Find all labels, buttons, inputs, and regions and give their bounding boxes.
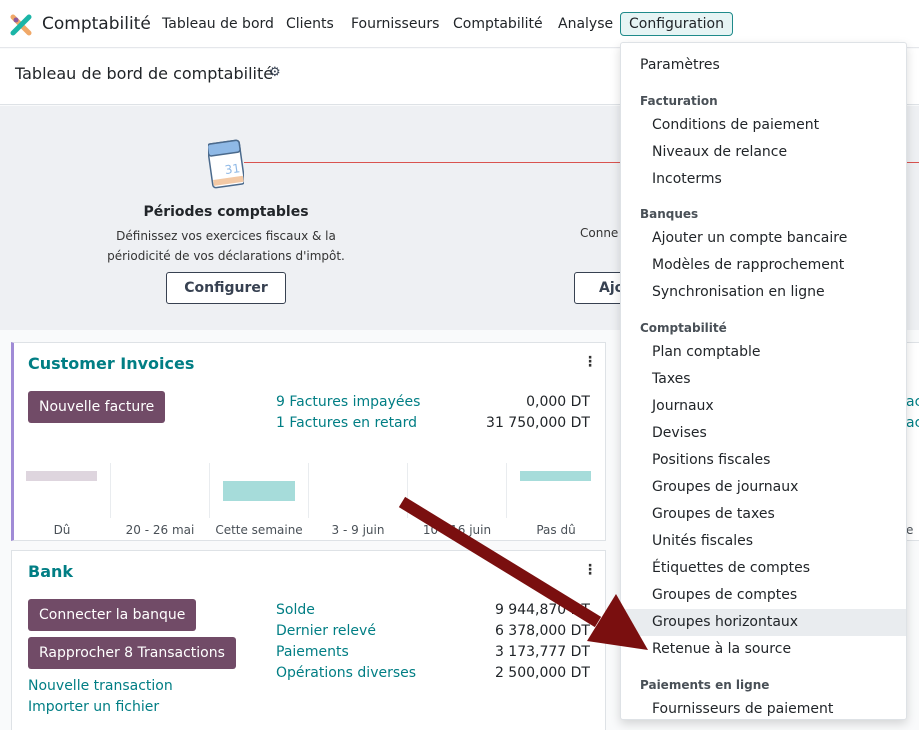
misc-operations-link[interactable]: Opérations diverses (276, 665, 416, 681)
chart-x-label: 10 - 16 juin (422, 523, 492, 537)
menu-fournisseurs[interactable]: Fournisseurs (351, 16, 439, 32)
menu-comptabilite[interactable]: Comptabilité (453, 16, 543, 32)
page-title: Tableau de bord de comptabilité (15, 64, 274, 83)
menu-item-modeles-rapprochement[interactable]: Modèles de rapprochement (621, 252, 906, 279)
menu-item-retenue-a-la-source[interactable]: Retenue à la source (621, 636, 906, 663)
last-statement-link[interactable]: Dernier relevé (276, 623, 376, 639)
menu-item-groupes-comptes[interactable]: Groupes de comptes (621, 582, 906, 609)
chart-x-label: 20 - 26 mai (125, 523, 195, 537)
menu-item-plan-comptable[interactable]: Plan comptable (621, 339, 906, 366)
calendar-icon: 31 (208, 139, 244, 189)
step-description: Définissez vos exercices fiscaux & la pé… (107, 229, 345, 263)
balance-amount: 9 944,870 DT (494, 602, 590, 618)
menu-tableau-de-bord[interactable]: Tableau de bord (162, 16, 274, 32)
configure-button[interactable]: Configurer (166, 272, 286, 304)
right-card-link[interactable]: ac (906, 394, 919, 410)
menu-configuration[interactable]: Configuration (620, 12, 733, 36)
menu-item-taxes[interactable]: Taxes (621, 366, 906, 393)
chart-gridline (209, 463, 210, 518)
section-header-facturation: Facturation (640, 94, 718, 108)
menu-item-synchronisation-en-ligne[interactable]: Synchronisation en ligne (621, 279, 906, 306)
section-header-comptabilite: Comptabilité (640, 321, 727, 335)
right-card-label: e (906, 523, 914, 537)
configuration-dropdown: Paramètres Facturation Conditions de pai… (620, 42, 907, 720)
new-transaction-link[interactable]: Nouvelle transaction (28, 678, 173, 694)
menu-item-ajouter-compte-bancaire[interactable]: Ajouter un compte bancaire (621, 225, 906, 252)
chart-bar-pas-du[interactable] (520, 471, 591, 481)
menu-item-incoterms[interactable]: Incoterms (621, 166, 906, 193)
section-header-banques: Banques (640, 207, 699, 221)
menu-item-unites-fiscales[interactable]: Unités fiscales (621, 528, 906, 555)
chart-gridline (506, 463, 507, 518)
section-header-paiements-en-ligne: Paiements en ligne (640, 678, 770, 692)
chart-bar-cette-semaine[interactable] (223, 481, 295, 501)
menu-item-fournisseurs-paiement[interactable]: Fournisseurs de paiement (621, 696, 906, 719)
menu-item-journaux[interactable]: Journaux (621, 393, 906, 420)
customer-invoices-title[interactable]: Customer Invoices (28, 354, 194, 373)
menu-item-parametres[interactable]: Paramètres (621, 52, 906, 79)
step2-description: Conne (580, 226, 619, 240)
bank-title[interactable]: Bank (28, 562, 73, 581)
payments-link[interactable]: Paiements (276, 644, 349, 660)
menu-item-groupes-horizontaux[interactable]: Groupes horizontaux (621, 609, 906, 636)
app-title[interactable]: Comptabilité (42, 14, 151, 34)
late-amount: 31 750,000 DT (486, 415, 590, 431)
menu-item-groupes-journaux[interactable]: Groupes de journaux (621, 474, 906, 501)
kebab-menu-icon[interactable]: ⋮ (583, 562, 597, 578)
step-title-periodes: Périodes comptables (143, 204, 309, 220)
menu-item-positions-fiscales[interactable]: Positions fiscales (621, 447, 906, 474)
import-file-link[interactable]: Importer un fichier (28, 699, 159, 715)
menu-item-conditions-paiement[interactable]: Conditions de paiement (621, 112, 906, 139)
connect-bank-button[interactable]: Connecter la banque (28, 599, 197, 631)
balance-link[interactable]: Solde (276, 602, 315, 618)
gear-icon[interactable]: ⚙ (269, 65, 281, 80)
kebab-menu-icon[interactable]: ⋮ (583, 354, 597, 370)
calendar-day: 31 (224, 161, 241, 177)
chart-bar-du[interactable] (26, 471, 97, 481)
last-statement-amount: 6 378,000 DT (494, 623, 590, 639)
top-navbar: Comptabilité Tableau de bord Clients Fou… (0, 0, 919, 48)
chart-x-label: Cette semaine (215, 523, 303, 537)
reconcile-button[interactable]: Rapprocher 8 Transactions (28, 637, 236, 669)
menu-item-devises[interactable]: Devises (621, 420, 906, 447)
misc-operations-amount: 2 500,000 DT (494, 665, 590, 681)
chart-gridline (407, 463, 408, 518)
menu-clients[interactable]: Clients (286, 16, 334, 32)
chart-gridline (308, 463, 309, 518)
chart-x-label: 3 - 9 juin (331, 523, 385, 537)
chart-gridline (110, 463, 111, 518)
new-invoice-button[interactable]: Nouvelle facture (28, 391, 166, 423)
chart-x-label: Pas dû (536, 523, 576, 537)
menu-analyse[interactable]: Analyse (558, 16, 613, 32)
menu-item-niveaux-relance[interactable]: Niveaux de relance (621, 139, 906, 166)
unpaid-invoices-link[interactable]: 9 Factures impayées (276, 394, 420, 410)
right-card-link[interactable]: ac (906, 415, 919, 431)
unpaid-amount: 0,000 DT (526, 394, 590, 410)
payments-amount: 3 173,777 DT (494, 644, 590, 660)
late-invoices-link[interactable]: 1 Factures en retard (276, 415, 417, 431)
accounting-app-icon[interactable] (10, 14, 32, 36)
chart-x-label: Dû (53, 523, 71, 537)
menu-item-etiquettes-comptes[interactable]: Étiquettes de comptes (621, 555, 906, 582)
menu-item-groupes-taxes[interactable]: Groupes de taxes (621, 501, 906, 528)
